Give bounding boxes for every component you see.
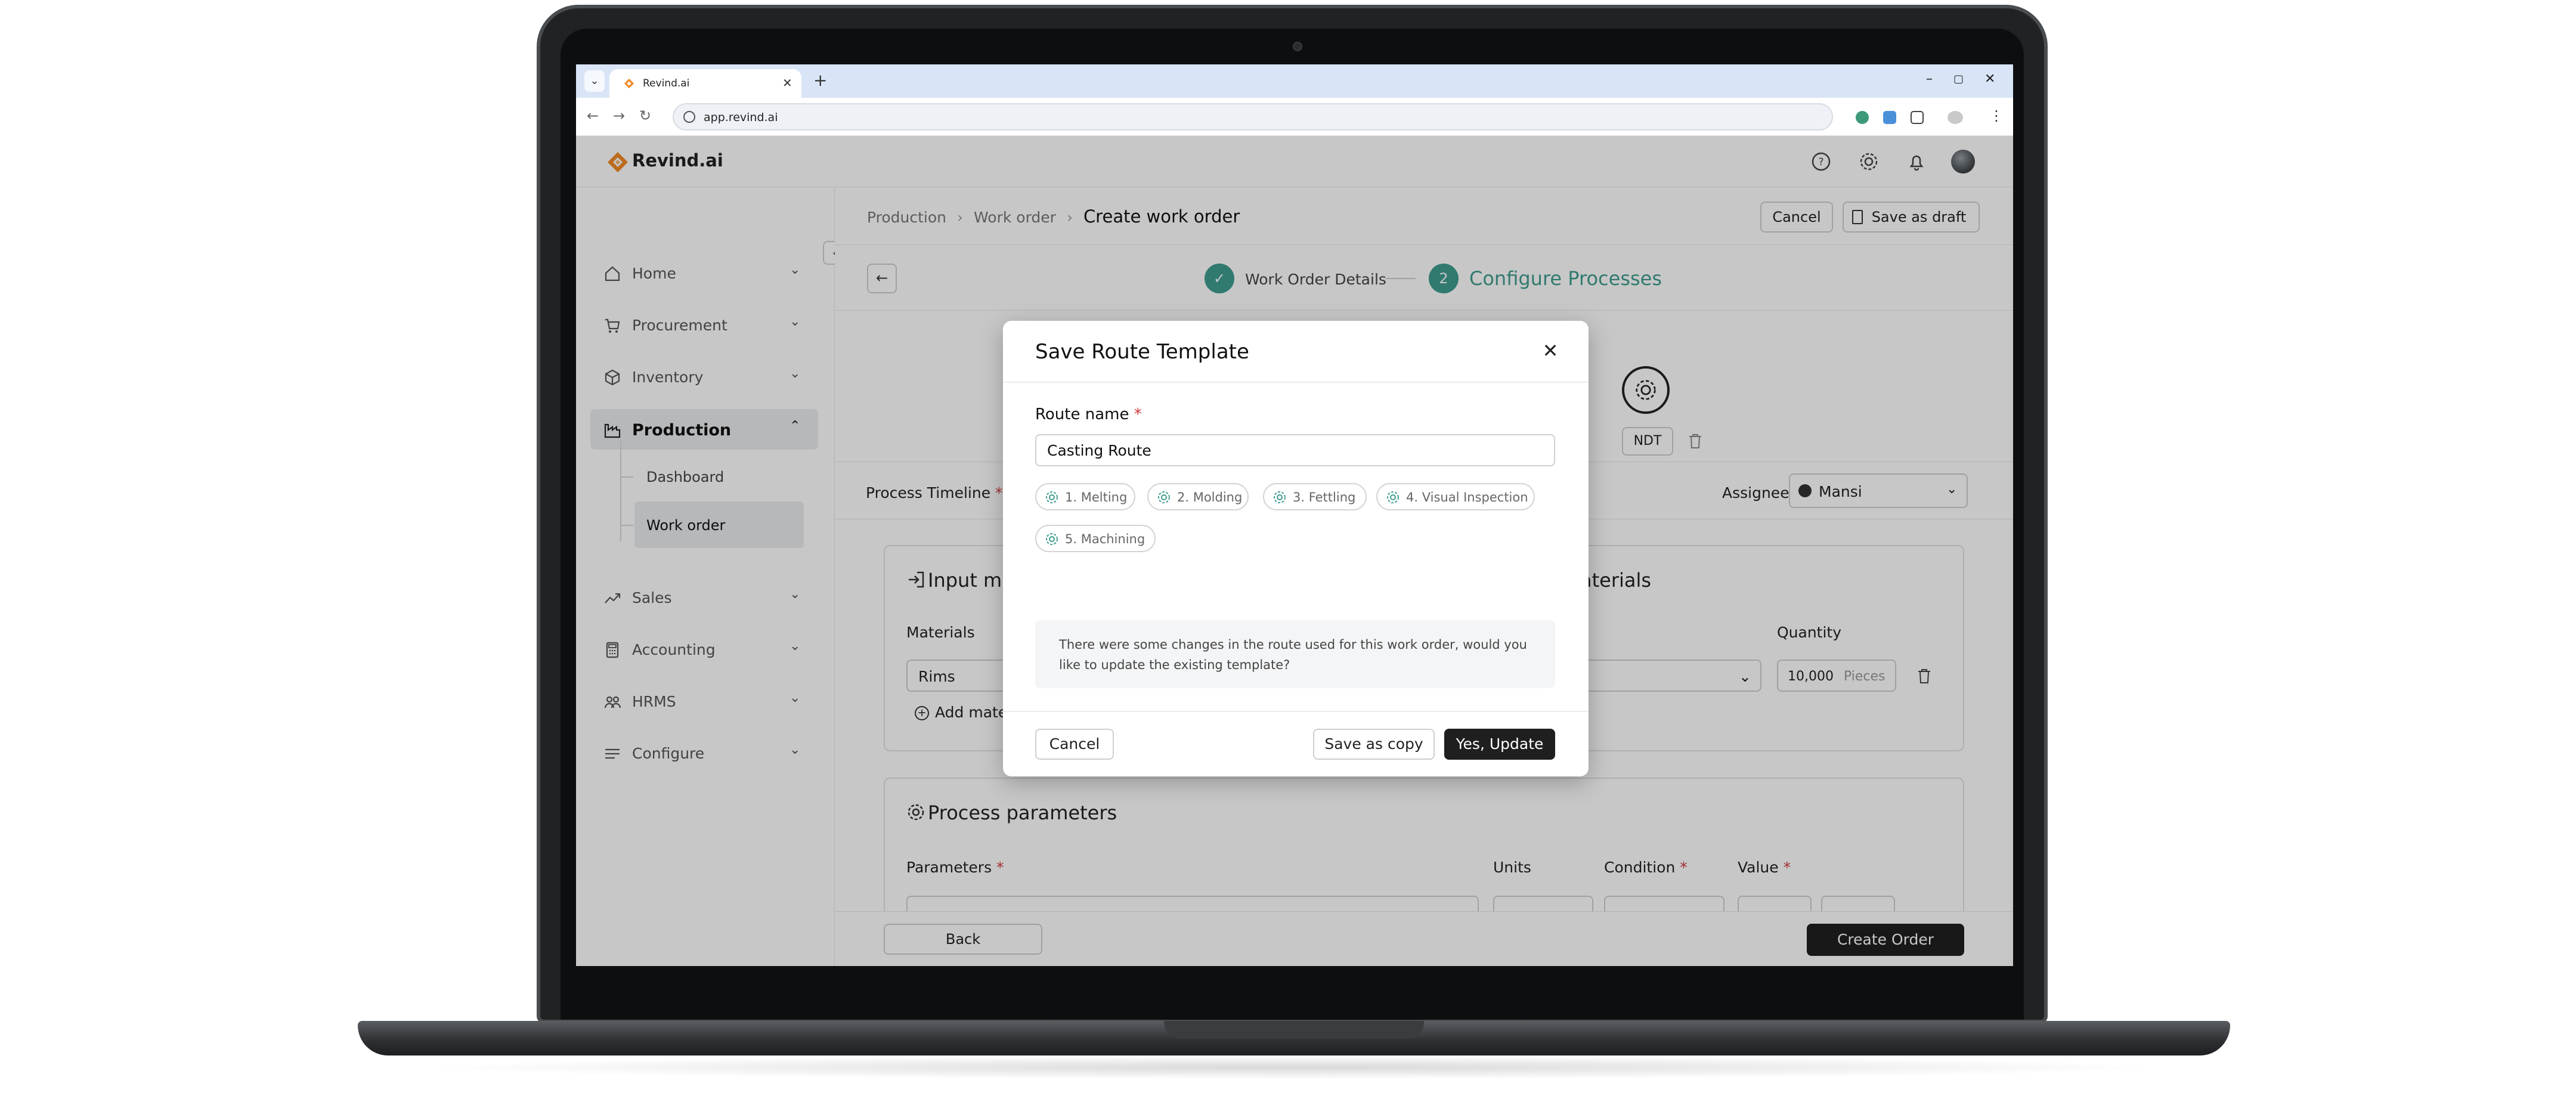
new-tab-button[interactable]: +: [813, 70, 827, 90]
site-info-icon[interactable]: [683, 111, 695, 123]
maximize-button[interactable]: ▢: [1953, 73, 1964, 85]
process-chip-label: 3. Fettling: [1293, 490, 1356, 504]
route-name-label-text: Route name: [1035, 405, 1129, 423]
tab-search-button[interactable]: ⌄: [584, 70, 605, 92]
gear-icon: [1046, 491, 1058, 503]
dialog-title: Save Route Template: [1035, 340, 1249, 364]
process-chip: 5. Machining: [1035, 525, 1156, 552]
back-nav-icon[interactable]: ←: [587, 107, 599, 124]
profile-icon[interactable]: [1948, 111, 1963, 124]
gear-icon: [1274, 491, 1286, 503]
process-chip: 3. Fettling: [1263, 483, 1367, 510]
save-route-template-dialog: Save Route Template ✕ Route name * 1. Me…: [1003, 321, 1589, 776]
gear-icon: [1158, 491, 1170, 503]
reload-icon[interactable]: ↻: [639, 107, 651, 124]
extension-icon[interactable]: [1856, 111, 1869, 124]
browser-menu-icon[interactable]: ⋮: [1989, 107, 2004, 124]
screen: ⌄ Revind.ai ✕ + – ▢ ✕ ← → ↻ app.revind.a…: [576, 64, 2013, 966]
gear-icon: [1387, 491, 1399, 503]
process-chip-label: 5. Machining: [1065, 532, 1145, 546]
minimize-button[interactable]: –: [1926, 72, 1933, 86]
process-chip-label: 2. Molding: [1177, 490, 1243, 504]
save-as-copy-button[interactable]: Save as copy: [1313, 729, 1435, 760]
close-window-button[interactable]: ✕: [1984, 72, 1995, 86]
process-chip: 1. Melting: [1035, 483, 1135, 510]
route-name-label: Route name *: [1035, 405, 1142, 423]
update-notice: There were some changes in the route use…: [1035, 620, 1555, 688]
yes-update-button[interactable]: Yes, Update: [1444, 729, 1555, 760]
process-chip-label: 1. Melting: [1065, 490, 1128, 504]
laptop-shadow: [417, 1055, 2171, 1079]
route-name-input[interactable]: [1035, 434, 1555, 466]
app-viewport: Revind.ai ? Home ⌄ Procurement ⌄ Invento…: [576, 136, 2013, 966]
gear-icon: [1046, 533, 1058, 545]
address-bar[interactable]: app.revind.ai: [673, 103, 1833, 131]
process-chip-label: 4. Visual Inspection: [1406, 490, 1528, 504]
browser-tab[interactable]: Revind.ai ✕: [609, 69, 801, 98]
camera-icon: [1293, 42, 1302, 51]
laptop-base: [358, 1021, 2230, 1055]
tab-close-icon[interactable]: ✕: [782, 76, 792, 90]
close-icon[interactable]: ✕: [1537, 338, 1563, 364]
browser-toolbar: ← → ↻ app.revind.ai ⋮: [576, 98, 2013, 136]
laptop-mockup: ⌄ Revind.ai ✕ + – ▢ ✕ ← → ↻ app.revind.a…: [0, 0, 2576, 1102]
browser-tab-bar: ⌄ Revind.ai ✕ + – ▢ ✕: [576, 64, 2013, 98]
favicon-icon: [624, 78, 634, 89]
divider: [1003, 711, 1589, 712]
process-chip: 2. Molding: [1147, 483, 1249, 510]
process-chip: 4. Visual Inspection: [1376, 483, 1535, 510]
divider: [1003, 382, 1589, 383]
update-notice-text: There were some changes in the route use…: [1059, 637, 1527, 672]
url-text: app.revind.ai: [704, 111, 778, 124]
required-mark: *: [1134, 405, 1142, 423]
dialog-cancel-button[interactable]: Cancel: [1035, 729, 1114, 760]
extension-icon[interactable]: [1883, 111, 1896, 124]
laptop-notch: [1164, 1021, 1424, 1039]
extensions-puzzle-icon[interactable]: [1911, 111, 1924, 124]
forward-nav-icon[interactable]: →: [613, 107, 625, 124]
tab-title: Revind.ai: [643, 78, 690, 89]
